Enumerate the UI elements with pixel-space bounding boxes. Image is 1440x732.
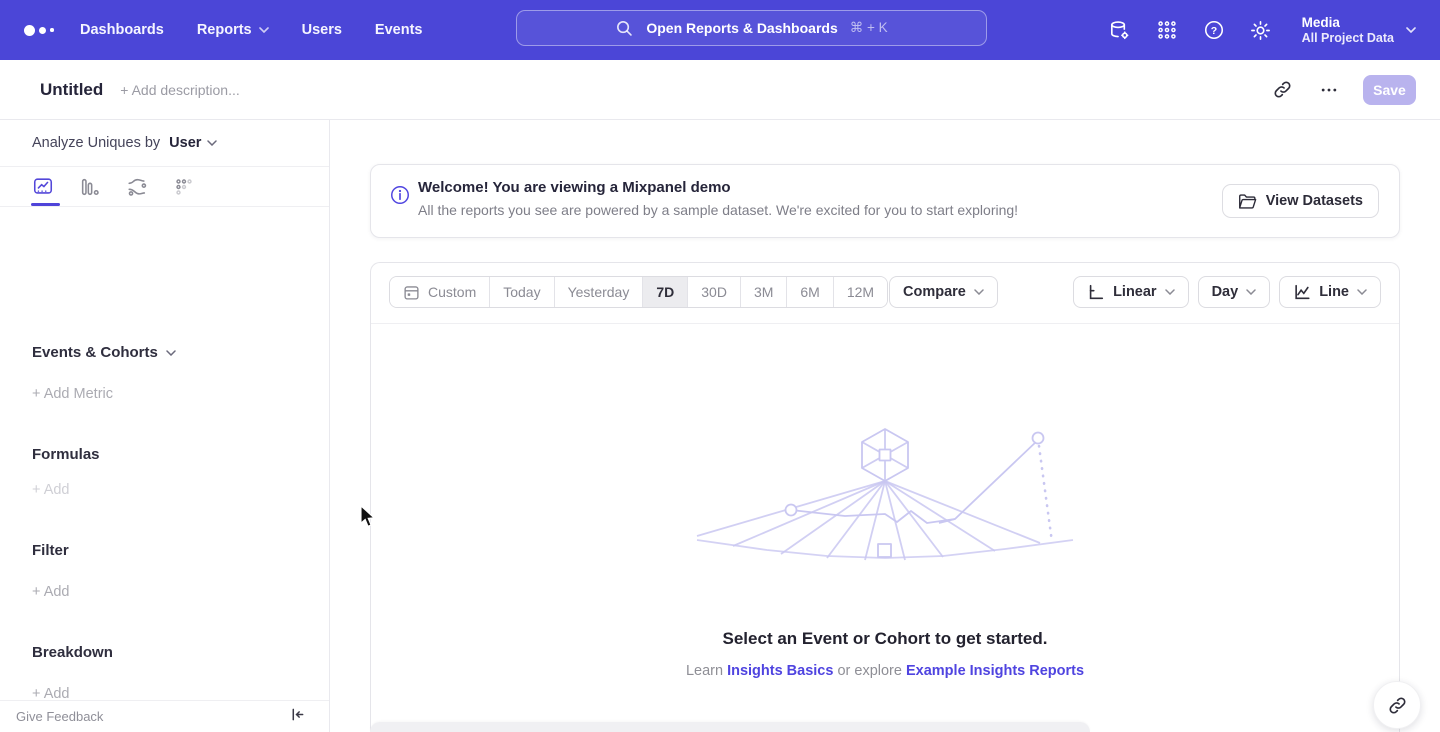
search-shortcut: ⌘ + K [850, 20, 888, 36]
mixpanel-app: Dashboards Reports Users Events Open Rep… [0, 0, 1440, 732]
analyze-value-dropdown[interactable]: User [169, 135, 201, 151]
chevron-down-icon [1357, 289, 1367, 295]
chevron-down-icon [974, 289, 984, 295]
svg-text:?: ? [1210, 25, 1216, 37]
add-formula-button[interactable]: + Add [32, 482, 70, 498]
calendar-icon [403, 284, 420, 301]
date-range-12m[interactable]: 12M [834, 277, 887, 307]
save-button[interactable]: Save [1363, 75, 1416, 105]
formulas-section-label: Formulas [32, 446, 100, 463]
copy-link-icon[interactable] [1269, 77, 1295, 103]
visualization-tabs [0, 167, 329, 207]
banner-subtitle: All the reports you see are powered by a… [418, 202, 1018, 218]
filter-section-label: Filter [32, 542, 69, 559]
global-search-input[interactable]: Open Reports & Dashboards ⌘ + K [516, 10, 987, 46]
chevron-down-icon [259, 27, 269, 33]
scale-dropdown[interactable]: Linear [1073, 276, 1189, 308]
chevron-down-icon [1406, 27, 1416, 33]
empty-state-illustration [695, 424, 1075, 576]
analyze-uniques-row: Analyze Uniques by User [0, 120, 329, 167]
date-range-segmented-control: Custom Today Yesterday 7D 30D 3M 6M 12M [389, 276, 888, 308]
main-content: Welcome! You are viewing a Mixpanel demo… [330, 120, 1440, 732]
date-range-custom[interactable]: Custom [390, 277, 490, 307]
date-range-6m[interactable]: 6M [787, 277, 833, 307]
date-range-today[interactable]: Today [490, 277, 554, 307]
info-icon [389, 184, 411, 211]
view-datasets-button[interactable]: View Datasets [1222, 184, 1379, 218]
mixpanel-logo-icon[interactable] [24, 25, 66, 36]
link-icon [1387, 695, 1408, 716]
top-nav-actions: ? Media All Project Data [1108, 0, 1416, 60]
top-nav-bar: Dashboards Reports Users Events Open Rep… [0, 0, 1440, 60]
compare-dropdown[interactable]: Compare [889, 276, 998, 308]
chevron-down-icon [166, 350, 176, 356]
collapse-sidebar-icon[interactable] [290, 707, 305, 727]
add-metric-button[interactable]: + Add Metric [32, 386, 113, 402]
empty-state-title: Select an Event or Cohort to get started… [371, 629, 1399, 649]
example-insights-reports-link[interactable]: Example Insights Reports [906, 663, 1084, 679]
nav-users[interactable]: Users [302, 22, 342, 38]
insights-chart-card: Custom Today Yesterday 7D 30D 3M 6M 12M … [370, 262, 1400, 732]
floating-copy-link-button[interactable] [1373, 681, 1421, 729]
give-feedback-link[interactable]: Give Feedback [16, 709, 103, 724]
date-range-7d[interactable]: 7D [643, 277, 688, 307]
date-range-30d[interactable]: 30D [688, 277, 741, 307]
nav-events[interactable]: Events [375, 22, 423, 38]
tab-insights-icon[interactable] [32, 176, 54, 198]
add-filter-button[interactable]: + Add [32, 584, 70, 600]
date-range-3m[interactable]: 3M [741, 277, 787, 307]
empty-state-subtitle: Learn Insights Basics or explore Example… [371, 663, 1399, 679]
project-scope: All Project Data [1302, 31, 1394, 46]
results-table-peek [370, 722, 1090, 732]
project-switcher[interactable]: Media All Project Data [1302, 14, 1416, 46]
report-header: Untitled + Add description... Save [0, 60, 1440, 120]
chevron-down-icon [1246, 289, 1256, 295]
tab-flows-icon[interactable] [126, 176, 148, 198]
nav-dashboards[interactable]: Dashboards [80, 22, 164, 38]
analyze-label: Analyze Uniques by [32, 135, 160, 151]
granularity-dropdown[interactable]: Day [1198, 276, 1271, 308]
chevron-down-icon [207, 140, 217, 146]
chevron-down-icon [1165, 289, 1175, 295]
folder-icon [1238, 193, 1257, 210]
chart-type-dropdown[interactable]: Line [1279, 276, 1381, 308]
line-chart-icon [1293, 283, 1311, 301]
banner-title: Welcome! You are viewing a Mixpanel demo [418, 179, 731, 196]
selected-tab-indicator [31, 203, 60, 206]
nav-reports[interactable]: Reports [197, 22, 269, 38]
search-placeholder: Open Reports & Dashboards [646, 20, 837, 36]
breakdown-section-label: Breakdown [32, 644, 113, 661]
search-icon [615, 19, 634, 38]
primary-nav: Dashboards Reports Users Events [80, 22, 422, 38]
insights-basics-link[interactable]: Insights Basics [727, 663, 833, 679]
more-menu-icon[interactable] [1316, 77, 1342, 103]
project-name: Media [1302, 14, 1394, 31]
query-sidebar: Analyze Uniques by User [0, 120, 330, 732]
settings-gear-icon[interactable] [1249, 18, 1273, 42]
chart-toolbar: Custom Today Yesterday 7D 30D 3M 6M 12M … [371, 263, 1399, 324]
date-range-yesterday[interactable]: Yesterday [555, 277, 644, 307]
tab-funnels-icon[interactable] [79, 176, 101, 198]
help-icon[interactable]: ? [1202, 18, 1226, 42]
add-description-field[interactable]: + Add description... [120, 82, 239, 98]
report-title[interactable]: Untitled [40, 80, 103, 100]
welcome-banner: Welcome! You are viewing a Mixpanel demo… [370, 164, 1400, 238]
tab-retention-icon[interactable] [173, 176, 195, 198]
data-management-icon[interactable] [1108, 18, 1132, 42]
events-cohorts-section[interactable]: Events & Cohorts [32, 344, 176, 361]
apps-grid-icon[interactable] [1155, 18, 1179, 42]
linear-axis-icon [1087, 283, 1105, 301]
empty-state: Select an Event or Cohort to get started… [371, 324, 1399, 679]
sidebar-footer: Give Feedback [0, 700, 329, 732]
